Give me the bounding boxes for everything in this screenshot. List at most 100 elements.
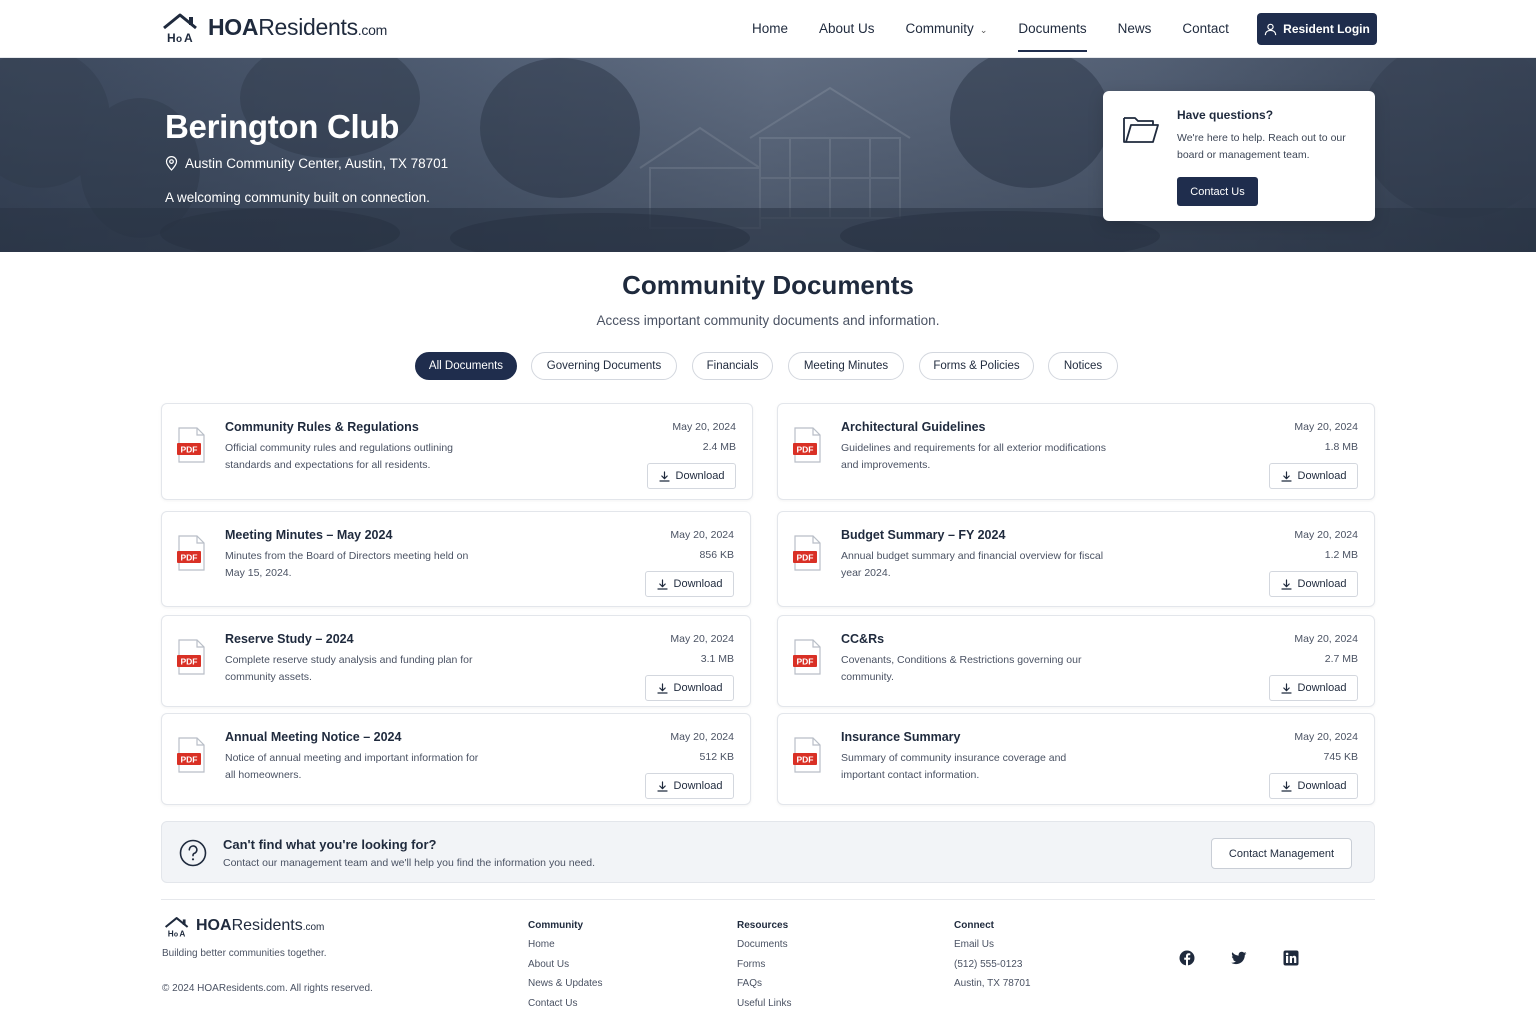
svg-text:o: o: [176, 34, 182, 44]
download-button[interactable]: Download: [647, 463, 736, 489]
document-title[interactable]: Annual Meeting Notice – 2024: [225, 730, 401, 744]
download-icon: [656, 780, 668, 792]
download-button[interactable]: Download: [1269, 773, 1358, 799]
main-nav: Home About Us Community ⌄ Documents News …: [752, 0, 1260, 58]
nav-community[interactable]: Community ⌄: [906, 0, 988, 58]
linkedin-icon[interactable]: [1283, 950, 1299, 966]
facebook-icon[interactable]: [1179, 950, 1195, 966]
contact-management-button[interactable]: Contact Management: [1211, 838, 1352, 869]
footer-logo[interactable]: H o A HOAResidents.com: [164, 916, 324, 938]
pdf-file-icon: PDF: [793, 427, 821, 463]
cta-text: Contact our management team and we'll he…: [223, 857, 596, 869]
pdf-file-icon: PDF: [793, 639, 821, 675]
footer-column-resources: Resources Documents Forms FAQs Useful Li…: [737, 920, 791, 1017]
user-icon: [1264, 23, 1277, 35]
footer-copyright: © 2024 HOAResidents.com. All rights rese…: [162, 983, 373, 994]
document-description: Notice of annual meeting and important i…: [225, 752, 479, 781]
download-button[interactable]: Download: [645, 773, 734, 799]
svg-text:H: H: [168, 930, 174, 938]
footer-link-news[interactable]: News & Updates: [528, 978, 602, 990]
download-button[interactable]: Download: [645, 571, 734, 597]
nav-community-label: Community: [905, 21, 974, 36]
pdf-badge-text: PDF: [181, 657, 198, 667]
question-circle-icon: [179, 839, 207, 867]
download-icon: [1280, 780, 1292, 792]
community-location: Austin Community Center, Austin, TX 7870…: [165, 156, 448, 171]
footer-heading: Community: [528, 920, 583, 931]
document-title[interactable]: Community Rules & Regulations: [225, 420, 419, 434]
filter-forms-policies[interactable]: Forms & Policies: [919, 352, 1034, 380]
footer-tagline: Building better communities together.: [162, 948, 327, 959]
document-title[interactable]: Meeting Minutes – May 2024: [225, 528, 392, 542]
download-label: Download: [673, 780, 723, 792]
hero-banner: Berington Club Austin Community Center, …: [0, 58, 1536, 252]
document-date: May 20, 2024: [1294, 633, 1358, 645]
download-icon: [658, 470, 670, 482]
chevron-down-icon: ⌄: [979, 25, 988, 35]
document-description: Covenants, Conditions & Restrictions gov…: [841, 654, 1082, 683]
pdf-file-icon: PDF: [793, 737, 821, 773]
nav-about-us[interactable]: About Us: [819, 0, 875, 58]
twitter-icon[interactable]: [1231, 950, 1247, 966]
community-tagline: A welcoming community built on connectio…: [165, 190, 430, 205]
footer-link-about-us[interactable]: About Us: [528, 959, 602, 971]
download-button[interactable]: Download: [1269, 675, 1358, 701]
nav-news[interactable]: News: [1118, 0, 1152, 58]
download-icon: [656, 682, 668, 694]
pdf-badge-text: PDF: [181, 755, 198, 765]
house-logo-icon: H o A: [163, 13, 197, 44]
document-size: 2.7 MB: [1324, 653, 1358, 665]
footer-link-home[interactable]: Home: [528, 939, 602, 951]
document-title[interactable]: CC&Rs: [841, 632, 884, 646]
download-button[interactable]: Download: [1269, 571, 1358, 597]
filter-notices[interactable]: Notices: [1048, 352, 1118, 380]
footer-link-email[interactable]: Email Us: [954, 939, 1031, 951]
site-header: H o A HOAResidents.com Home About Us Com…: [0, 0, 1536, 58]
help-card: Have questions? We're here to help. Reac…: [1103, 91, 1375, 221]
document-title[interactable]: Insurance Summary: [841, 730, 961, 744]
site-logo[interactable]: H o A HOAResidents.com: [162, 12, 387, 44]
svg-text:o: o: [174, 932, 178, 938]
footer-link-faqs[interactable]: FAQs: [737, 978, 791, 990]
document-card: PDF Architectural Guidelines Guidelines an…: [777, 403, 1375, 500]
filter-governing-documents[interactable]: Governing Documents: [531, 352, 677, 380]
download-button[interactable]: Download: [1269, 463, 1358, 489]
footer-link-documents[interactable]: Documents: [737, 939, 791, 951]
nav-contact[interactable]: Contact: [1182, 0, 1229, 58]
footer-address: Austin, TX 78701: [954, 978, 1031, 989]
download-label: Download: [673, 682, 723, 694]
document-date: May 20, 2024: [1294, 421, 1358, 433]
pdf-badge-text: PDF: [181, 445, 198, 455]
document-description: Annual budget summary and financial over…: [841, 550, 1104, 579]
footer-link-forms[interactable]: Forms: [737, 959, 791, 971]
footer-phone[interactable]: (512) 555-0123: [954, 959, 1031, 971]
document-date: May 20, 2024: [670, 731, 734, 743]
filter-all-documents[interactable]: All Documents: [415, 352, 517, 380]
footer-heading: Connect: [954, 920, 994, 931]
nav-documents[interactable]: Documents: [1018, 0, 1087, 58]
download-label: Download: [1297, 578, 1347, 590]
document-size: 1.2 MB: [1324, 549, 1358, 561]
document-date: May 20, 2024: [1294, 529, 1358, 541]
download-label: Download: [675, 470, 725, 482]
svg-text:H: H: [167, 31, 176, 44]
contact-us-button[interactable]: Contact Us: [1177, 177, 1258, 206]
community-title: Berington Club: [165, 108, 400, 145]
resident-login-button[interactable]: Resident Login: [1257, 13, 1377, 45]
document-size: 856 KB: [699, 549, 734, 561]
document-title[interactable]: Reserve Study – 2024: [225, 632, 354, 646]
document-title[interactable]: Budget Summary – FY 2024: [841, 528, 1005, 542]
document-card: PDF Reserve Study – 2024 Complete reserve …: [161, 615, 751, 707]
filter-meeting-minutes[interactable]: Meeting Minutes: [788, 352, 904, 380]
help-banner: Can't find what you're looking for? Cont…: [161, 821, 1375, 883]
footer-link-contact-us[interactable]: Contact Us: [528, 998, 602, 1010]
document-description: Guidelines and requirements for all exte…: [841, 442, 1106, 471]
document-title[interactable]: Architectural Guidelines: [841, 420, 985, 434]
pdf-badge-text: PDF: [797, 657, 814, 667]
footer-link-useful-links[interactable]: Useful Links: [737, 998, 791, 1010]
nav-home[interactable]: Home: [752, 0, 788, 58]
download-button[interactable]: Download: [645, 675, 734, 701]
section-subtitle: Access important community documents and…: [596, 313, 940, 328]
download-label: Download: [673, 578, 723, 590]
filter-financials[interactable]: Financials: [692, 352, 773, 380]
